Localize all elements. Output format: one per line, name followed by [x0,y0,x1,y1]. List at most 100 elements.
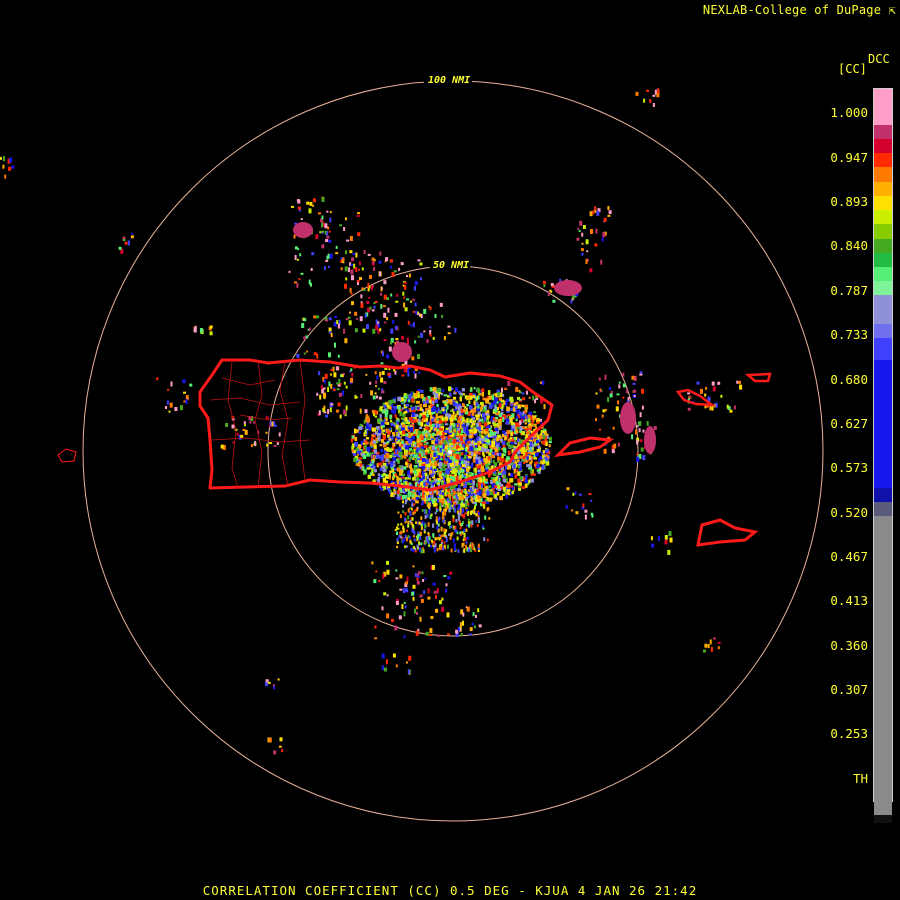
echo-pixel [454,488,457,491]
echo-pixel [417,430,421,435]
echo-pixel [539,435,543,440]
echo-pixel [396,545,399,549]
echo-pixel [418,533,421,537]
echo-pixel [528,479,531,484]
echo-pixel [313,315,317,319]
echo-pixel [503,487,506,492]
echo-pixel [518,488,522,491]
echo-pixel [416,580,420,585]
echo-pixel [420,598,424,603]
echo-pixel [519,455,524,459]
echo-pixel [381,465,386,470]
echo-pixel [421,548,424,554]
echo-pixel [306,350,309,353]
echo-pixel [428,536,431,541]
echo-pixel [379,271,381,277]
echo-pixel [505,401,508,407]
echo-pixel [413,406,417,410]
echo-pixel [651,543,655,548]
echo-pixel [413,393,417,398]
echo-pixel [299,253,302,257]
echo-pixel [344,338,348,344]
echo-pixel [407,535,410,539]
legend-color-segment [874,195,892,211]
echo-pixel [518,471,521,476]
radar-echoes [0,88,743,755]
echo-pixel [401,604,404,609]
echo-pixel [521,447,526,452]
corner-arrow-icon[interactable]: ⇱ [889,3,896,17]
echo-pixel [613,443,617,449]
ring-label-50nmi: 50 NMI [433,260,469,271]
echo-pixel [416,545,419,548]
echo-pixel [409,511,412,516]
echo-pixel [411,591,415,596]
echo-pixel [423,445,428,449]
echo-pixel [338,378,341,384]
echo-pixel [236,432,239,436]
echo-pixel [380,421,385,426]
echo-pixel [340,267,343,271]
mona-island-outline [57,448,77,463]
echo-pixel [402,473,406,477]
echo-pixel [497,434,501,438]
echo-pixel [344,266,348,272]
echo-pixel [639,371,643,374]
echo-pixel [462,443,465,448]
echo-pixel [401,495,404,500]
echo-pixel [390,492,394,498]
echo-pixel [608,387,611,390]
echo-pixel [419,403,423,408]
echo-pixel [373,302,376,304]
echo-pixel [405,433,409,437]
echo-pixel [437,455,441,460]
echo-pixel [329,211,332,214]
echo-pixel [375,410,378,415]
echo-pixel [433,540,436,546]
echo-pixel [505,398,510,402]
echo-pixel [443,336,446,341]
echo-pixel [465,544,468,549]
echo-pixel [455,494,458,499]
echo-pixel [469,388,473,392]
echo-pixel [419,426,423,430]
echo-pixel [487,390,491,396]
echo-pixel [516,415,519,419]
echo-pixel [407,369,410,374]
legend-tick: 0.733 [830,327,868,342]
echo-pixel [410,300,413,303]
echo-pixel [377,473,381,477]
echo-pixel [438,537,441,541]
echo-pixel [381,390,385,394]
echo-pixel [400,262,404,266]
echo-pixel [419,616,422,622]
echo-pixel [436,588,439,593]
echo-pixel [439,506,442,512]
legend-color-segment [874,295,892,325]
echo-pixel [384,476,388,479]
echo-pixel [726,404,729,409]
radar-display: 100 NMI 50 NMI [0,73,824,822]
echo-pixel [244,424,246,427]
echo-pixel [482,493,487,498]
echo-pixel [425,631,429,636]
echo-pixel [469,511,472,516]
echo-pixel [9,157,13,163]
echo-pixel [389,419,393,423]
echo-pixel [489,491,494,496]
echo-pixel [460,633,463,636]
echo-pixel [373,444,377,450]
echo-pixel [447,633,450,636]
echo-pixel [481,435,484,439]
echo-pixel [407,669,410,675]
echo-pixel [478,451,481,455]
echo-pixel [424,577,427,580]
echo-pixel [491,396,495,401]
echo-pixel [359,277,362,280]
echo-pixel [434,440,439,444]
echo-pixel [441,597,444,601]
echo-pixel [412,322,415,328]
echo-pixel [318,410,321,416]
echo-pixel [518,389,521,392]
echo-pixel [124,241,128,245]
